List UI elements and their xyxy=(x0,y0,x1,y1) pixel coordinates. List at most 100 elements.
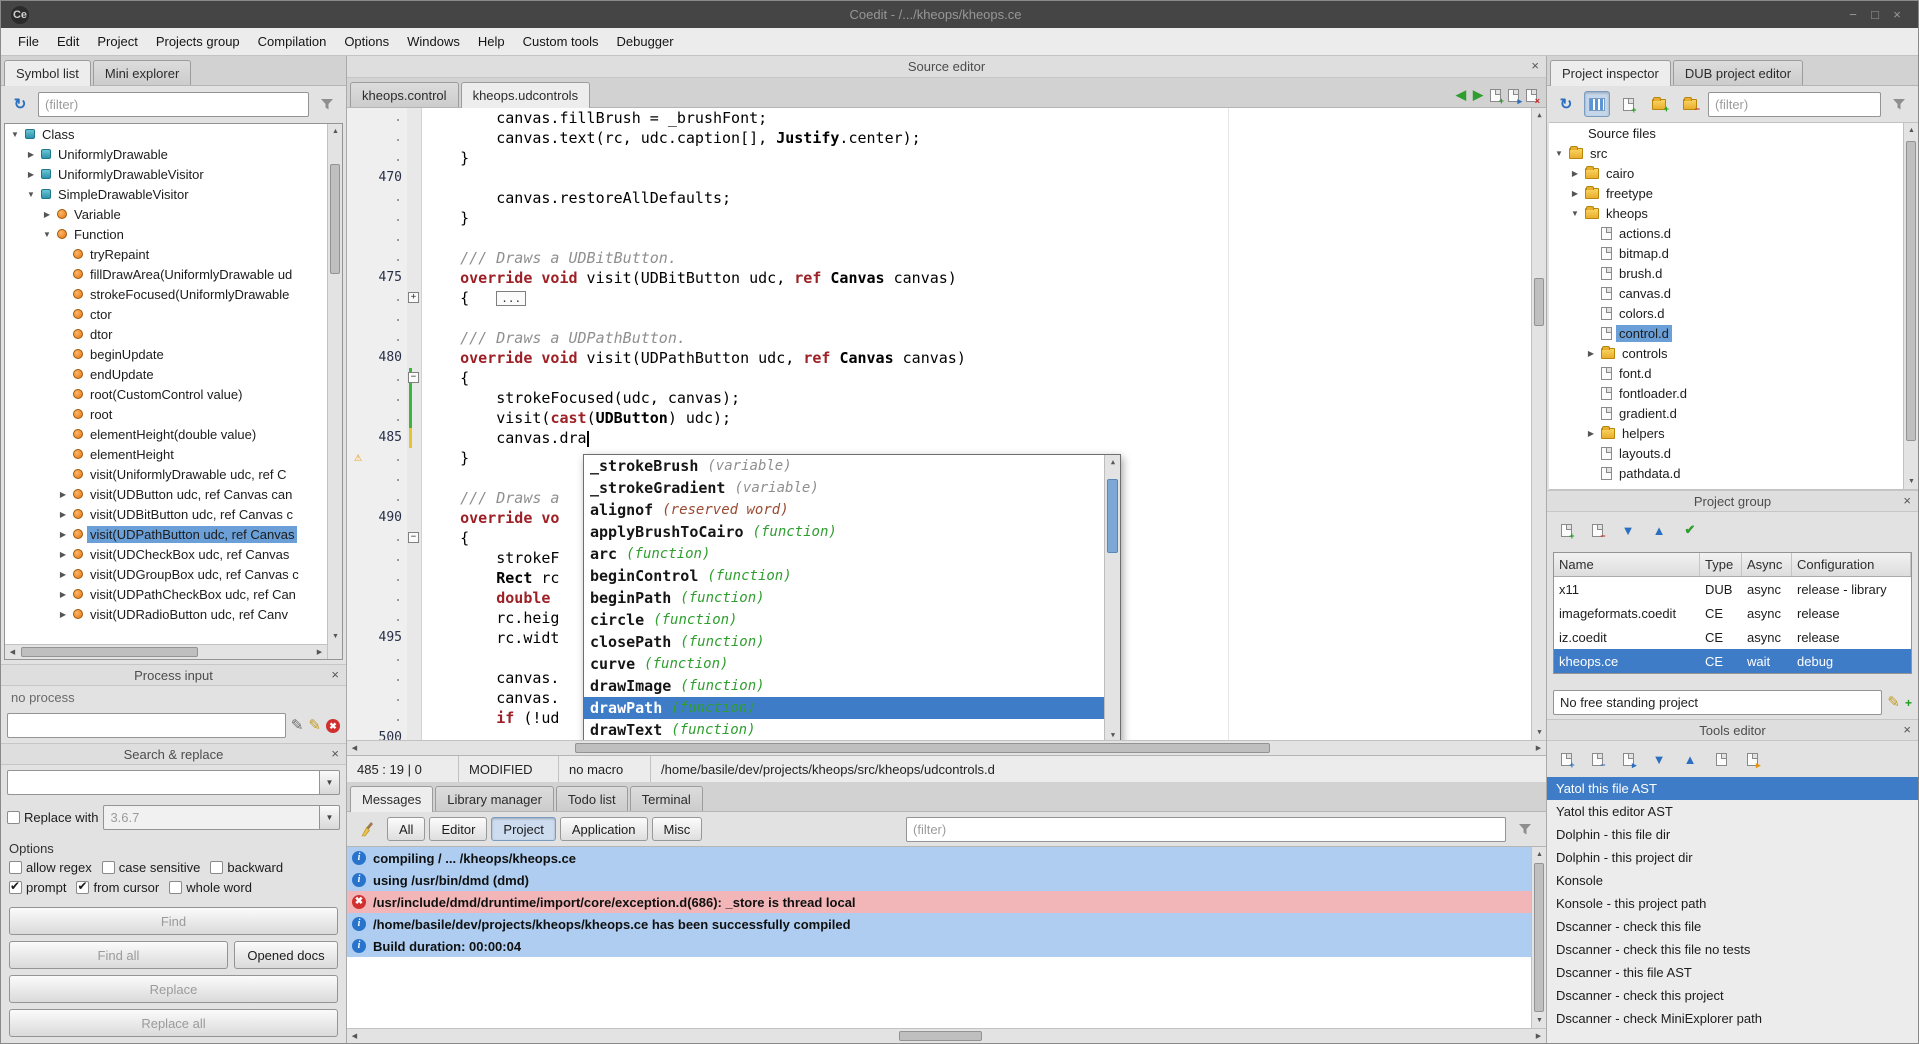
title-bar[interactable]: Ce Coedit - /.../kheops/kheops.ce − □ × xyxy=(1,1,1918,28)
column-header[interactable]: Configuration xyxy=(1792,553,1911,576)
completion-item[interactable]: arc(function) xyxy=(584,543,1104,565)
tree-item[interactable]: ▶Variable xyxy=(5,204,342,224)
nav-forward-icon[interactable]: ▶ xyxy=(1473,87,1483,103)
scroll-right-icon[interactable]: ▶ xyxy=(312,645,327,660)
kill-process-icon[interactable]: ✖ xyxy=(326,719,340,733)
free-standing-project-field[interactable] xyxy=(1553,690,1882,715)
scroll-down-icon[interactable]: ▼ xyxy=(1105,728,1121,740)
code-line[interactable]: . canvas.restoreAllDefaults; xyxy=(347,188,1546,208)
close-icon[interactable]: × xyxy=(331,667,339,682)
checkbox-from-cursor[interactable]: from cursor xyxy=(76,880,159,895)
fold-toggle-icon[interactable]: − xyxy=(408,372,419,383)
tree-item[interactable]: ▶controls xyxy=(1549,343,1918,363)
replace-input[interactable] xyxy=(103,805,320,830)
message-row[interactable]: iBuild duration: 00:00:04 xyxy=(347,935,1546,957)
filter-button-misc[interactable]: Misc xyxy=(652,817,703,841)
code-editor[interactable]: . canvas.fillBrush = _brushFont;. canvas… xyxy=(347,108,1546,740)
tool-item[interactable]: Dscanner - this file AST xyxy=(1547,961,1918,984)
checkbox-whole-word[interactable]: whole word xyxy=(169,880,252,895)
code-line[interactable]: .+ { ... xyxy=(347,288,1546,308)
completion-item[interactable]: alignof(reserved word) xyxy=(584,499,1104,521)
scroll-up-icon[interactable]: ▲ xyxy=(1904,123,1918,138)
checkbox-allow-regex[interactable]: allow regex xyxy=(9,860,92,875)
tree-item[interactable]: fontloader.d xyxy=(1549,383,1918,403)
expand-icon[interactable]: ▶ xyxy=(57,530,69,539)
scroll-left-icon[interactable]: ◀ xyxy=(5,645,20,660)
menu-item[interactable]: Options xyxy=(335,29,398,54)
code-line[interactable]: . /// Draws a UDBitButton. xyxy=(347,248,1546,268)
menu-item[interactable]: Help xyxy=(469,29,514,54)
scroll-thumb[interactable] xyxy=(899,1031,983,1041)
collapse-icon[interactable]: ▼ xyxy=(9,130,21,139)
expand-icon[interactable]: ▶ xyxy=(25,150,37,159)
scroll-thumb[interactable] xyxy=(575,743,1270,753)
messages-tab[interactable]: Messages xyxy=(350,786,433,812)
scroll-thumb[interactable] xyxy=(1906,141,1916,441)
code-line[interactable]: . xyxy=(347,308,1546,328)
tool-item[interactable]: Dolphin - this file dir xyxy=(1547,823,1918,846)
panel-tab[interactable]: Project inspector xyxy=(1550,60,1671,86)
completion-item[interactable]: applyBrushToCairo(function) xyxy=(584,521,1104,543)
scroll-down-icon[interactable]: ▼ xyxy=(1532,1013,1546,1028)
expand-icon[interactable]: ▶ xyxy=(57,610,69,619)
panel-tab[interactable]: Symbol list xyxy=(4,60,91,86)
folded-code[interactable]: ... xyxy=(496,291,526,306)
collapse-icon[interactable]: ▼ xyxy=(25,190,37,199)
fold-toggle-icon[interactable]: + xyxy=(408,292,419,303)
edit-pencil-icon[interactable]: ✎ xyxy=(1887,695,1900,710)
menu-item[interactable]: Edit xyxy=(48,29,88,54)
menu-item[interactable]: Custom tools xyxy=(514,29,608,54)
filter-button-editor[interactable]: Editor xyxy=(429,817,487,841)
tree-item[interactable]: gradient.d xyxy=(1549,403,1918,423)
opened-docs-button[interactable]: Opened docs xyxy=(234,941,338,969)
tree-item[interactable]: ▶freetype xyxy=(1549,183,1918,203)
expand-icon[interactable]: ▶ xyxy=(1569,169,1581,178)
refresh-symbols-button[interactable]: ↻ xyxy=(7,91,33,117)
tree-item[interactable]: tryRepaint xyxy=(5,244,342,264)
panel-tab[interactable]: Mini explorer xyxy=(93,60,191,85)
add-folder-button[interactable]: + xyxy=(1646,91,1672,117)
find-all-button[interactable]: Find all xyxy=(9,941,228,969)
scroll-thumb[interactable] xyxy=(1107,479,1118,553)
scroll-left-icon[interactable]: ◀ xyxy=(347,741,362,756)
message-row[interactable]: icompiling / ... /kheops/kheops.ce xyxy=(347,847,1546,869)
tool-item[interactable]: Dscanner - check this file xyxy=(1547,915,1918,938)
replace-all-button[interactable]: Replace all xyxy=(9,1009,338,1037)
add-file-button[interactable]: + xyxy=(1615,91,1641,117)
replace-button[interactable]: Replace xyxy=(9,975,338,1003)
scroll-down-icon[interactable]: ▼ xyxy=(1532,725,1546,740)
plus-icon[interactable]: + xyxy=(1905,697,1912,709)
completion-scrollbar[interactable]: ▲ ▼ xyxy=(1104,455,1120,740)
clone-tool-button[interactable]: ▸ xyxy=(1615,746,1641,772)
close-button[interactable]: × xyxy=(1886,7,1908,22)
tree-item[interactable]: ▶visit(UDBitButton udc, ref Canvas c xyxy=(5,504,342,524)
filter-button-all[interactable]: All xyxy=(387,817,425,841)
completion-item[interactable]: drawImage(function) xyxy=(584,675,1104,697)
scroll-left-icon[interactable]: ◀ xyxy=(347,1029,362,1044)
chevron-down-icon[interactable]: ▼ xyxy=(320,805,340,830)
close-document-icon[interactable]: × xyxy=(1526,89,1537,102)
tree-item[interactable]: font.d xyxy=(1549,363,1918,383)
clear-messages-button[interactable] xyxy=(355,816,381,842)
add-tool-button[interactable]: + xyxy=(1553,746,1579,772)
collapse-icon[interactable]: ▼ xyxy=(1569,209,1581,218)
completion-item[interactable]: circle(function) xyxy=(584,609,1104,631)
new-document-icon[interactable]: + xyxy=(1490,89,1501,102)
messages-filter-input[interactable] xyxy=(906,817,1506,842)
checkbox-backward[interactable]: backward xyxy=(210,860,283,875)
code-line[interactable]: . xyxy=(347,228,1546,248)
pen-icon[interactable]: ✎ xyxy=(308,718,321,733)
tree-item[interactable]: elementHeight xyxy=(5,444,342,464)
code-line[interactable]: . } xyxy=(347,148,1546,168)
remove-file-button[interactable]: − xyxy=(1677,91,1703,117)
tool-item[interactable]: Konsole - this project path xyxy=(1547,892,1918,915)
message-row[interactable]: iusing /usr/bin/dmd (dmd) xyxy=(347,869,1546,891)
tree-item[interactable]: actions.d xyxy=(1549,223,1918,243)
menu-item[interactable]: Windows xyxy=(398,29,469,54)
scroll-thumb[interactable] xyxy=(330,164,340,274)
tree-item[interactable]: root xyxy=(5,404,342,424)
code-line[interactable]: . canvas.text(rc, udc.caption[], Justify… xyxy=(347,128,1546,148)
tree-item[interactable]: pathdata.d xyxy=(1549,463,1918,483)
async-mode-button[interactable]: ✔ xyxy=(1677,517,1703,543)
symbol-tree-hscrollbar[interactable]: ◀ ▶ xyxy=(5,644,327,659)
